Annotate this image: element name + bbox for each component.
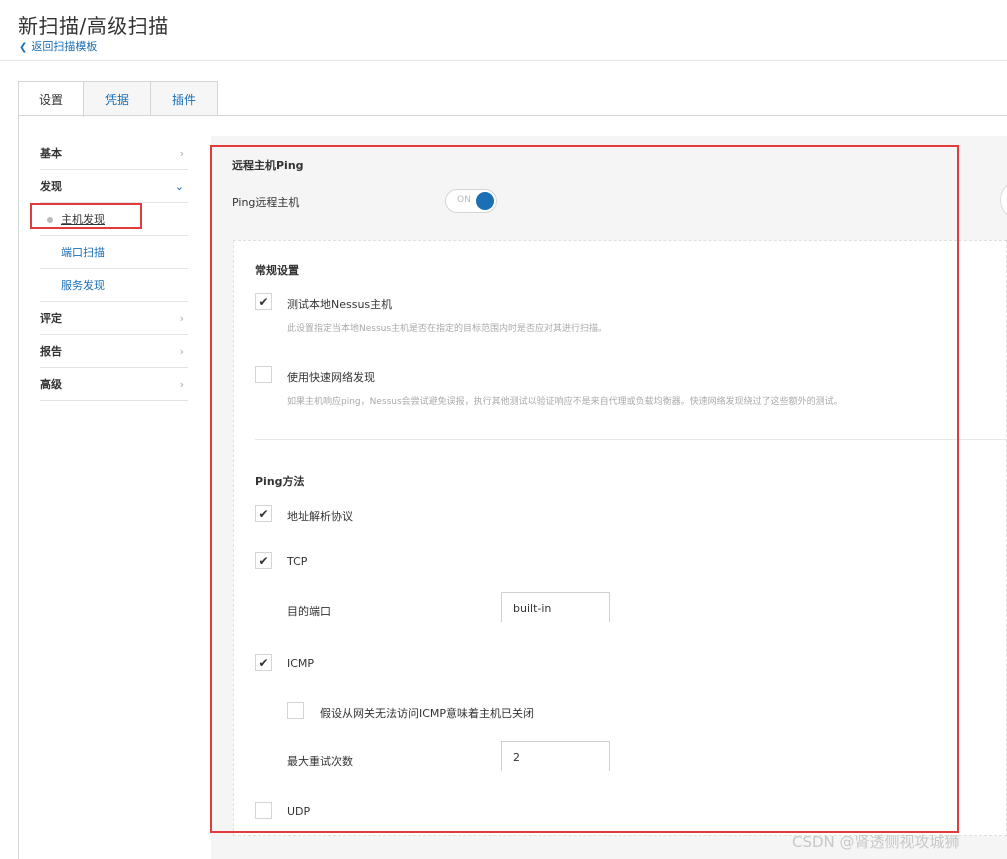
chevron-right-icon: › [179, 377, 184, 391]
sidebar-item-label: 高级 [40, 378, 62, 391]
back-to-templates-link[interactable]: ❮ 返回扫描模板 [19, 38, 97, 54]
chevron-down-icon: ⌄ [174, 179, 184, 193]
settings-sidebar: 基本 › 发现 ⌄ 主机发现 端口扫描 服务发现 评定 › 报告 › 高级 › [40, 137, 188, 401]
watermark-text: CSDN @肾透侧视攻城狮 [792, 833, 960, 851]
chevron-right-icon: › [179, 146, 184, 160]
sidebar-item-discovery[interactable]: 发现 ⌄ [40, 170, 188, 203]
back-link-label: 返回扫描模板 [31, 40, 98, 53]
chevron-right-icon: › [179, 344, 184, 358]
sidebar-subitem-label: 服务发现 [61, 279, 105, 292]
tab-settings[interactable]: 设置 [18, 81, 84, 117]
highlight-box-sidebar [30, 203, 142, 229]
sidebar-subitem-label: 端口扫描 [61, 246, 105, 259]
tab-credentials[interactable]: 凭据 [83, 81, 151, 116]
sidebar-item-label: 发现 [40, 180, 62, 193]
page-title: 新扫描/高级扫描 [18, 14, 169, 38]
sidebar-item-report[interactable]: 报告 › [40, 335, 188, 368]
tab-plugins[interactable]: 插件 [150, 81, 218, 116]
sidebar-item-label: 评定 [40, 312, 62, 325]
sidebar-item-basic[interactable]: 基本 › [40, 137, 188, 170]
sidebar-item-label: 基本 [40, 147, 62, 160]
sidebar-subitem-service-discovery[interactable]: 服务发现 [40, 269, 188, 302]
sidebar-item-label: 报告 [40, 345, 62, 358]
highlight-box-main [210, 145, 959, 833]
sidebar-item-advanced[interactable]: 高级 › [40, 368, 188, 401]
tab-underline [18, 115, 1007, 116]
tab-left-border [18, 115, 19, 859]
chevron-right-icon: › [179, 311, 184, 325]
tab-bar: 设置 凭据 插件 [18, 81, 218, 117]
sidebar-subitem-port-scan[interactable]: 端口扫描 [40, 236, 188, 269]
sidebar-item-assessment[interactable]: 评定 › [40, 302, 188, 335]
header-divider [0, 60, 1007, 61]
chevron-left-icon: ❮ [19, 42, 28, 53]
